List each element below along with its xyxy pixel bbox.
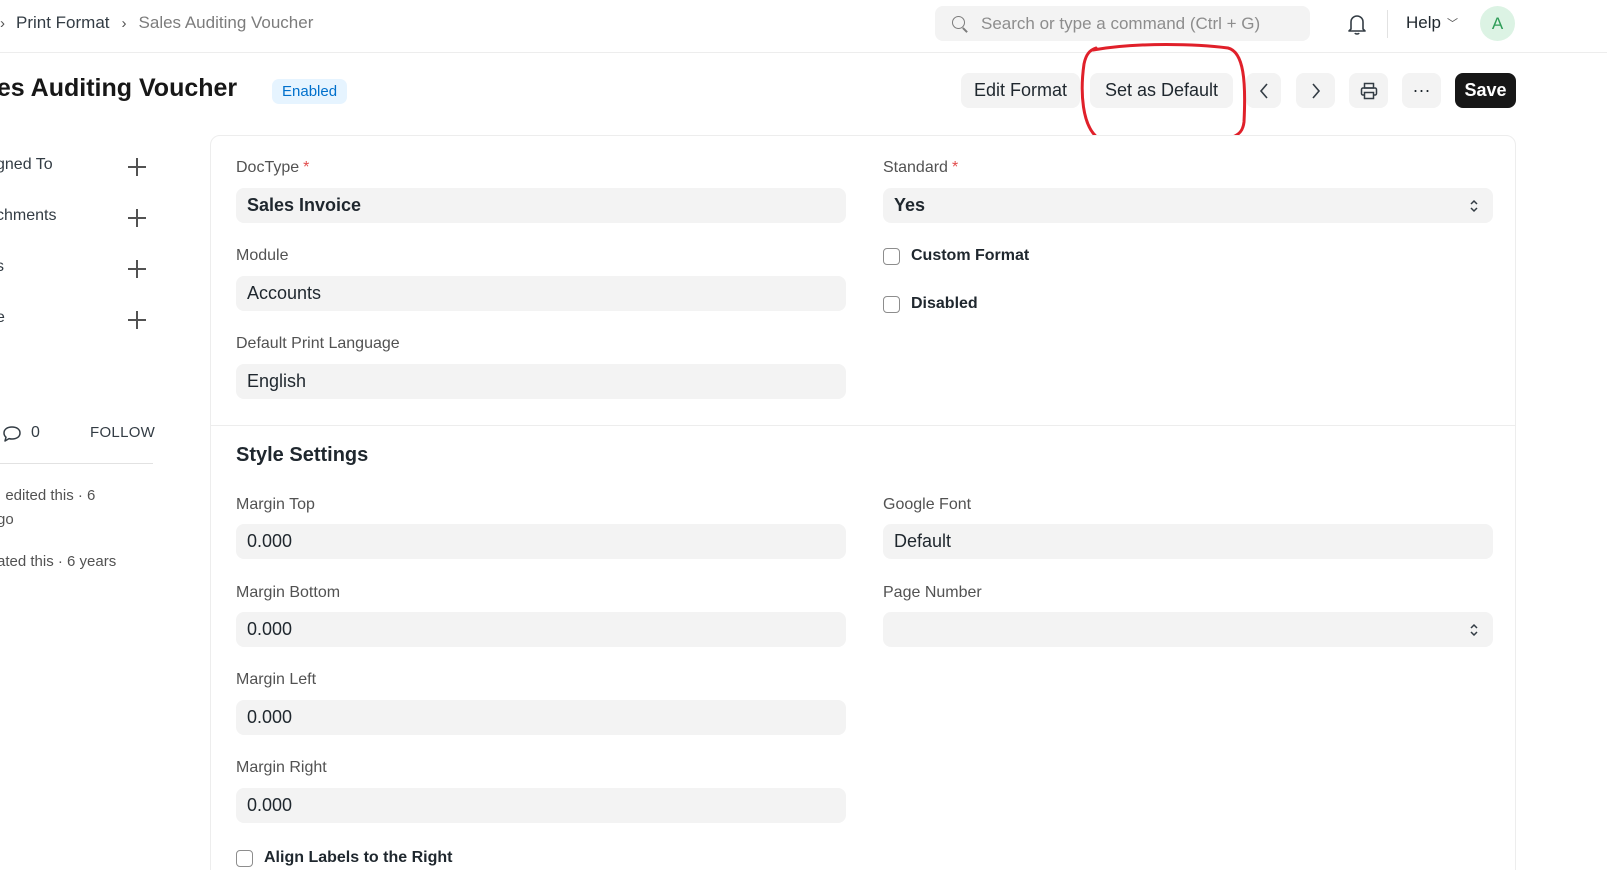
- follow-button[interactable]: FOLLOW: [90, 424, 155, 441]
- margin-top-label: Margin Top: [236, 496, 315, 513]
- module-label: Module: [236, 247, 289, 264]
- help-label: Help: [1406, 13, 1441, 32]
- activity-text: go: [0, 511, 14, 528]
- chevron-right-icon: [1311, 82, 1320, 99]
- default-print-language-label: Default Print Language: [236, 335, 400, 352]
- form-card: [210, 135, 1516, 870]
- comment-icon[interactable]: [2, 425, 22, 443]
- search-icon: [951, 15, 969, 33]
- set-as-default-button[interactable]: Set as Default: [1090, 73, 1233, 108]
- sidebar-item-tags[interactable]: s: [0, 258, 4, 276]
- section-divider: [210, 425, 1516, 426]
- previous-doc-button[interactable]: [1246, 73, 1281, 108]
- sidebar-item-attachments[interactable]: chments: [0, 207, 56, 225]
- margin-left-field[interactable]: 0.000: [236, 700, 846, 735]
- search-input[interactable]: [981, 13, 1301, 34]
- next-doc-button[interactable]: [1296, 73, 1335, 108]
- plus-icon[interactable]: [128, 209, 146, 227]
- page-number-label: Page Number: [883, 584, 982, 601]
- comment-count: 0: [31, 424, 40, 441]
- style-settings-heading[interactable]: Style Settings: [236, 444, 368, 467]
- standard-label: Standard *: [883, 159, 959, 176]
- align-labels-right-label: Align Labels to the Right: [264, 849, 453, 866]
- breadcrumb-current[interactable]: Sales Auditing Voucher: [139, 13, 314, 33]
- google-font-label: Google Font: [883, 496, 972, 513]
- activity-text: : edited this · 6: [0, 487, 96, 504]
- doctype-field[interactable]: Sales Invoice: [236, 188, 846, 223]
- margin-right-label: Margin Right: [236, 759, 327, 776]
- bell-icon[interactable]: [1346, 12, 1368, 36]
- sidebar-divider: [0, 463, 153, 464]
- chevron-down-icon: ﹀: [1446, 18, 1458, 30]
- module-field[interactable]: Accounts: [236, 276, 846, 311]
- required-mark: *: [303, 159, 310, 176]
- page-title: ales Auditing Voucher: [0, 74, 238, 102]
- custom-format-checkbox[interactable]: [883, 247, 900, 265]
- save-button[interactable]: Save: [1455, 73, 1516, 108]
- activity-item: ated this · 6 years: [0, 550, 147, 574]
- avatar[interactable]: A: [1480, 6, 1515, 41]
- disabled-label: Disabled: [911, 295, 978, 312]
- doctype-label: DocType *: [236, 159, 310, 176]
- custom-format-checkbox-row[interactable]: Custom Format: [883, 247, 1029, 265]
- required-mark: *: [951, 159, 959, 176]
- chevron-right-icon: ›: [121, 14, 127, 32]
- standard-select[interactable]: Yes: [883, 188, 1493, 223]
- margin-bottom-label: Margin Bottom: [236, 584, 341, 601]
- printer-icon: [1360, 82, 1377, 99]
- margin-bottom-field[interactable]: 0.000: [236, 612, 846, 647]
- status-badge: Enabled: [272, 79, 348, 104]
- search-bar[interactable]: [935, 6, 1310, 41]
- chevron-right-icon: ›: [0, 14, 5, 32]
- plus-icon[interactable]: [128, 158, 146, 176]
- more-actions-button[interactable]: ···: [1402, 73, 1441, 108]
- edit-format-button[interactable]: Edit Format: [961, 73, 1080, 108]
- select-arrows-icon: [1470, 623, 1478, 637]
- margin-right-field[interactable]: 0.000: [236, 788, 846, 823]
- plus-icon[interactable]: [128, 260, 146, 278]
- sidebar-item-share[interactable]: e: [0, 309, 5, 327]
- align-labels-right-checkbox-row[interactable]: Align Labels to the Right: [236, 849, 452, 867]
- page-number-select[interactable]: [883, 612, 1493, 647]
- google-font-field[interactable]: Default: [883, 524, 1493, 559]
- align-labels-right-checkbox[interactable]: [236, 849, 253, 867]
- custom-format-label: Custom Format: [911, 247, 1030, 264]
- disabled-checkbox[interactable]: [883, 295, 900, 313]
- margin-top-field[interactable]: 0.000: [236, 524, 846, 559]
- default-print-language-field[interactable]: English: [236, 364, 846, 399]
- margin-left-label: Margin Left: [236, 671, 317, 688]
- select-arrows-icon: [1470, 199, 1478, 213]
- breadcrumb-print-format[interactable]: Print Format: [16, 13, 110, 33]
- activity-text: ated this · 6 years: [0, 553, 117, 570]
- navbar: › Print Format › Sales Auditing Voucher …: [0, 0, 1607, 53]
- standard-select-value: Yes: [894, 195, 926, 215]
- chevron-left-icon: [1259, 82, 1268, 99]
- breadcrumb: › Print Format › Sales Auditing Voucher: [0, 12, 313, 34]
- help-menu[interactable]: Help ﹀: [1406, 13, 1458, 33]
- nav-divider: [1387, 10, 1388, 38]
- print-button[interactable]: [1349, 73, 1388, 108]
- plus-icon[interactable]: [128, 311, 146, 329]
- disabled-checkbox-row[interactable]: Disabled: [883, 295, 978, 313]
- sidebar-item-assigned-to[interactable]: gned To: [0, 156, 53, 174]
- activity-item: : edited this · 6 go: [0, 484, 147, 532]
